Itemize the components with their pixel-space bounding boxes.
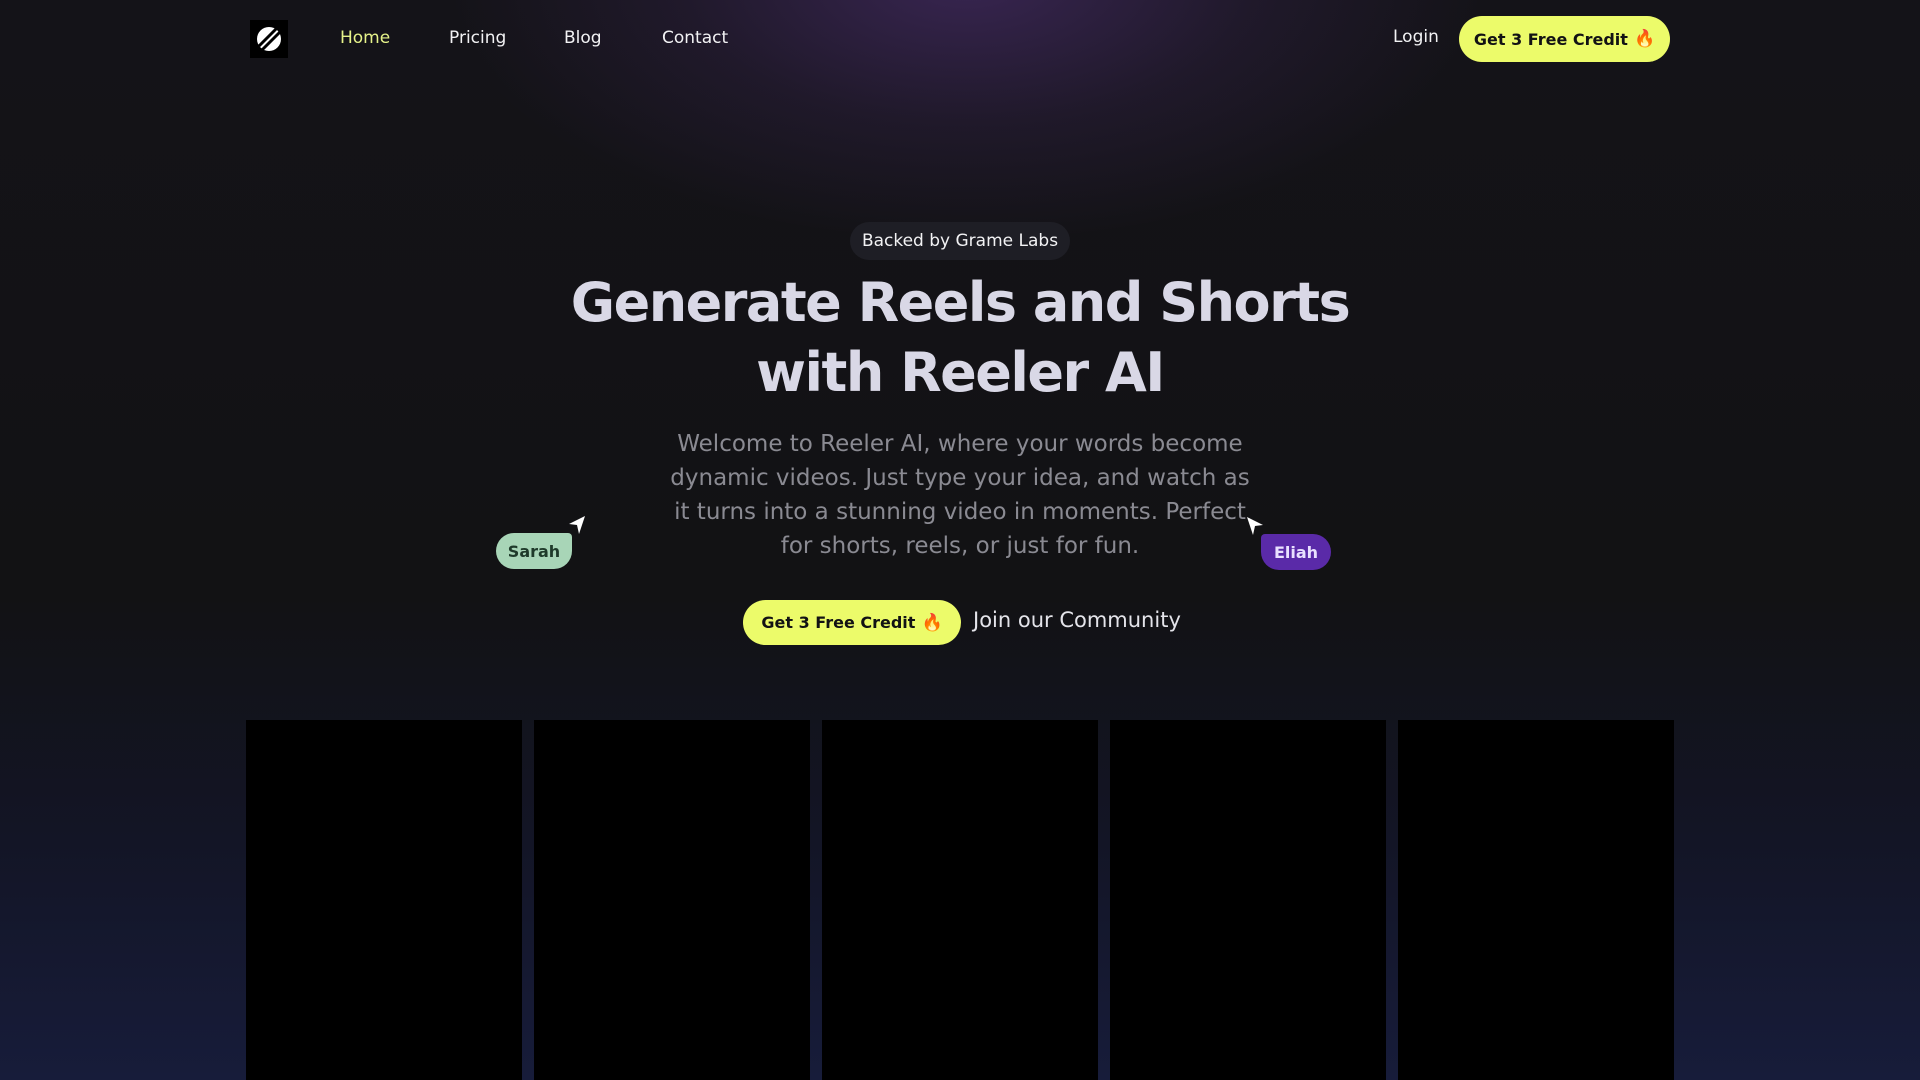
nav-link-home[interactable]: Home [340, 28, 390, 48]
hero-subtitle: Welcome to Reeler AI, where your words b… [670, 431, 1250, 559]
get-free-credit-label: Get 3 Free Credit [1473, 29, 1628, 49]
nav-link-contact[interactable]: Contact [662, 28, 728, 48]
hero-get-free-credit-label: Get 3 Free Credit [761, 613, 916, 632]
cursor-tag-sarah: Sarah [496, 533, 572, 569]
hero-headline-line2: with Reeler AI [756, 341, 1165, 404]
video-card[interactable] [1110, 720, 1386, 1080]
backed-by-badge: Backed by Grame Labs [850, 222, 1070, 260]
login-link[interactable]: Login [1393, 27, 1439, 47]
top-navigation: Home Pricing Blog Contact Login Get 3 Fr… [0, 0, 1920, 80]
nav-link-blog[interactable]: Blog [564, 28, 602, 48]
flame-icon: 🔥 [921, 612, 943, 633]
landing-page: Home Pricing Blog Contact Login Get 3 Fr… [0, 0, 1920, 1080]
video-card[interactable] [822, 720, 1098, 1080]
hero-headline-line1: Generate Reels and Shorts [570, 271, 1351, 334]
hero-get-free-credit-button[interactable]: Get 3 Free Credit 🔥 [743, 600, 961, 645]
video-card[interactable] [534, 720, 810, 1080]
get-free-credit-button[interactable]: Get 3 Free Credit 🔥 [1459, 16, 1670, 62]
cursor-tag-eliah: Eliah [1261, 534, 1331, 570]
video-card[interactable] [246, 720, 522, 1080]
hero-headline: Generate Reels and Shorts with Reeler AI [560, 268, 1360, 408]
nav-link-pricing[interactable]: Pricing [449, 28, 506, 48]
logo-glyph-icon [250, 20, 288, 58]
reeler-logo-icon[interactable] [250, 20, 288, 58]
video-card[interactable] [1398, 720, 1674, 1080]
join-community-link[interactable]: Join our Community [973, 608, 1181, 632]
flame-icon: 🔥 [1633, 29, 1656, 49]
